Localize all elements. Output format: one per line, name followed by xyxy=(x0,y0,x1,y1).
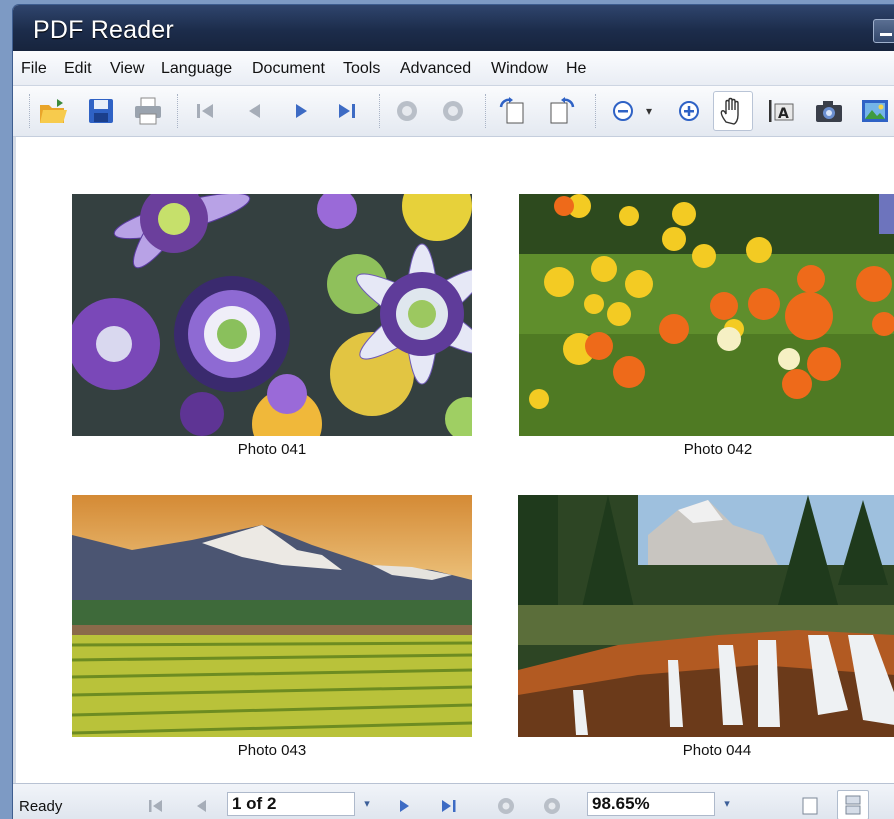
menu-help[interactable]: He xyxy=(566,60,586,78)
menu-language[interactable]: Language xyxy=(161,60,232,78)
window-title: PDF Reader xyxy=(33,16,174,44)
menu-view[interactable]: View xyxy=(110,60,144,78)
menu-bar: File Edit View Language Document Tools A… xyxy=(13,51,894,86)
image-icon[interactable] xyxy=(859,95,891,127)
toolbar-separator xyxy=(595,94,598,128)
rotate-right-icon[interactable] xyxy=(545,95,577,127)
toolbar-separator xyxy=(29,94,32,128)
photo-044 xyxy=(518,495,894,737)
save-icon[interactable] xyxy=(85,95,117,127)
status-bar: Ready 1 of 2 ▾ 98.65% ▾ xyxy=(13,783,894,819)
open-folder-icon[interactable] xyxy=(37,95,69,127)
photo-caption: Photo 042 xyxy=(683,441,753,458)
page-dropdown-icon[interactable]: ▾ xyxy=(356,792,378,816)
next-page-icon[interactable] xyxy=(393,795,415,817)
forward-icon[interactable] xyxy=(437,95,469,127)
zoom-out-icon[interactable] xyxy=(607,95,639,127)
rotate-left-icon[interactable] xyxy=(497,95,529,127)
document-view[interactable]: Photo 041 Photo 042 Photo 043 Photo 044 xyxy=(13,137,894,783)
hand-tool-icon[interactable] xyxy=(716,95,748,127)
single-page-icon[interactable] xyxy=(799,795,821,817)
zoom-dropdown-icon[interactable]: ▾ xyxy=(641,95,657,127)
previous-page-icon[interactable] xyxy=(239,95,271,127)
first-page-icon[interactable] xyxy=(189,95,221,127)
first-page-icon[interactable] xyxy=(145,795,167,817)
zoom-dropdown-icon[interactable]: ▾ xyxy=(716,792,738,816)
photo-caption: Photo 044 xyxy=(682,742,752,759)
next-page-icon[interactable] xyxy=(285,95,317,127)
back-icon[interactable] xyxy=(391,95,423,127)
title-bar[interactable]: PDF Reader xyxy=(13,5,894,51)
toolbar: ▾ A xyxy=(13,86,894,137)
print-icon[interactable] xyxy=(132,95,164,127)
zoom-field[interactable]: 98.65% xyxy=(587,792,715,816)
back-icon[interactable] xyxy=(495,795,517,817)
menu-window[interactable]: Window xyxy=(491,60,548,78)
menu-tools[interactable]: Tools xyxy=(343,60,380,78)
previous-page-icon[interactable] xyxy=(191,795,213,817)
toolbar-separator xyxy=(485,94,488,128)
svg-text:A: A xyxy=(778,106,789,122)
toolbar-separator xyxy=(177,94,180,128)
photo-041 xyxy=(72,194,472,436)
app-window: PDF Reader File Edit View Language Docum… xyxy=(12,4,894,819)
menu-file[interactable]: File xyxy=(21,60,47,78)
menu-edit[interactable]: Edit xyxy=(64,60,92,78)
page-number-field[interactable]: 1 of 2 xyxy=(227,792,355,816)
toolbar-separator xyxy=(379,94,382,128)
text-select-icon[interactable]: A xyxy=(765,95,797,127)
photo-043 xyxy=(72,495,472,737)
photo-caption: Photo 041 xyxy=(237,441,307,458)
snapshot-icon[interactable] xyxy=(813,95,845,127)
menu-advanced[interactable]: Advanced xyxy=(400,60,471,78)
last-page-icon[interactable] xyxy=(331,95,363,127)
left-scroll-edge xyxy=(13,137,16,783)
zoom-in-icon[interactable] xyxy=(673,95,705,127)
continuous-page-icon[interactable] xyxy=(837,790,869,819)
status-text: Ready xyxy=(19,798,63,815)
forward-icon[interactable] xyxy=(541,795,563,817)
minimize-button[interactable] xyxy=(873,19,894,43)
menu-document[interactable]: Document xyxy=(252,60,325,78)
photo-caption: Photo 043 xyxy=(237,742,307,759)
photo-042 xyxy=(519,194,894,436)
last-page-icon[interactable] xyxy=(438,795,460,817)
